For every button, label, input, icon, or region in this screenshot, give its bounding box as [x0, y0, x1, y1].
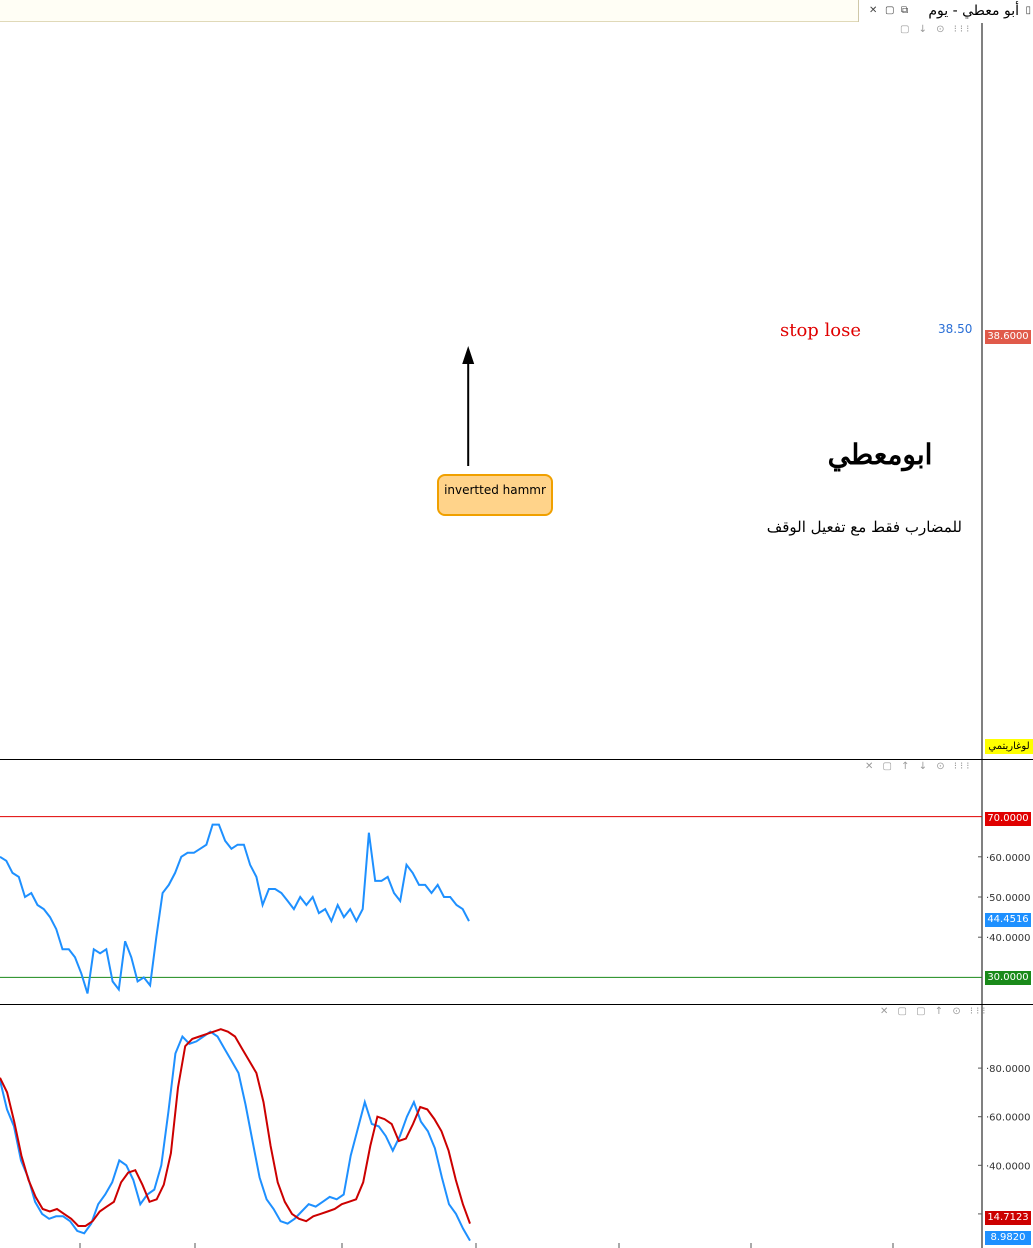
stop-loss-price: 38.50 — [938, 322, 973, 336]
close-icon[interactable]: ✕ — [869, 0, 877, 22]
stoch-k-badge: 14.7123 — [985, 1211, 1031, 1225]
inverted-hammer-annotation[interactable]: invertted hammr — [437, 474, 553, 516]
stoch-tick-label: ·80.0000 — [986, 1064, 1031, 1075]
stoch-d-badge: 8.9820 — [985, 1231, 1031, 1245]
rsi-series-line — [0, 823, 470, 994]
stoch-tick-label: ·60.0000 — [986, 1113, 1031, 1124]
rsi-lower-badge: 30.0000 — [985, 971, 1031, 985]
price-chart[interactable]: ·46.0000·45.0000·44.0000·43.0000·42.0000… — [0, 23, 1033, 759]
rsi-chart[interactable]: ·60.0000 ·50.0000 ·40.0000 — [0, 760, 1033, 1004]
log-scale-toggle[interactable]: لوغاريتمي — [985, 739, 1033, 754]
window-title: أبو معطي - يوم — [928, 3, 1019, 19]
stoch-tick-label: ·40.0000 — [986, 1161, 1031, 1172]
stoch-k-line — [0, 1028, 471, 1227]
rsi-tick-label: ·40.0000 — [986, 933, 1031, 944]
author-subtitle: للمضارب فقط مع تفعيل الوقف — [766, 518, 962, 536]
restore-icon[interactable]: ⧉ — [901, 0, 908, 22]
maximize-icon[interactable]: ▢ — [885, 0, 894, 22]
arrow-head-icon — [462, 346, 475, 364]
window-titlebar: ✕ ▢ ⧉ أبو معطي - يوم ▯ — [0, 0, 1033, 22]
current-price-badge: 38.6000 — [985, 330, 1031, 344]
stop-loss-label: stop lose — [780, 320, 862, 341]
chart-tab[interactable]: ✕ ▢ ⧉ أبو معطي - يوم ▯ — [858, 0, 1033, 22]
stoch-d-line — [0, 1030, 471, 1242]
tab-edge-icon: ▯ — [1025, 5, 1031, 16]
rsi-upper-badge: 70.0000 — [985, 812, 1031, 826]
rsi-tick-label: ·60.0000 — [986, 853, 1031, 864]
rsi-tick-label: ·50.0000 — [986, 893, 1031, 904]
author-name: ابومعطي — [827, 438, 933, 471]
stochastic-chart[interactable]: ·80.0000·60.0000·40.0000·20.0000 — [0, 1005, 1033, 1248]
rsi-value-badge: 44.4516 — [985, 913, 1031, 927]
